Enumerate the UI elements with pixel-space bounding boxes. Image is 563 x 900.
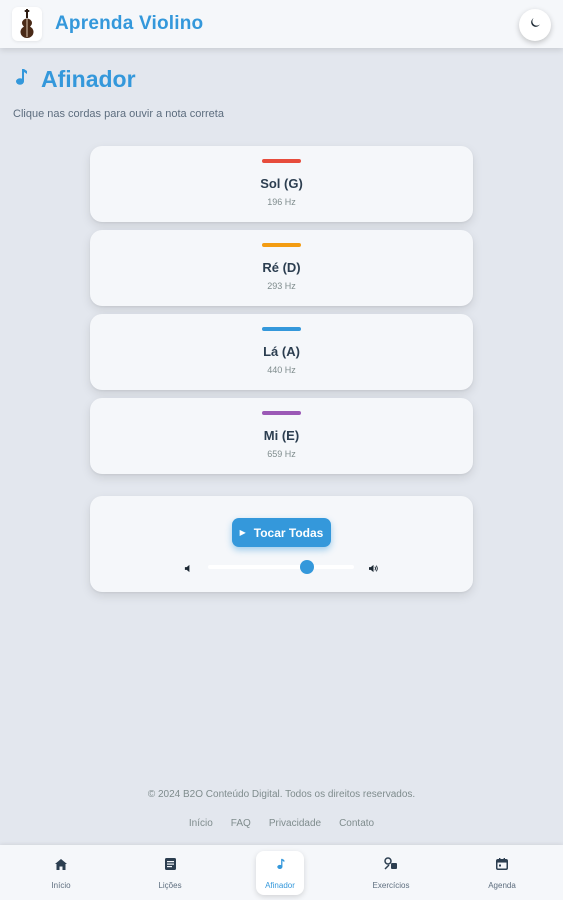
page-title: Afinador xyxy=(41,66,136,92)
nav-label: Início xyxy=(51,880,71,890)
nav-label: Lições xyxy=(158,880,182,890)
nav-item-agenda[interactable]: Agenda xyxy=(467,851,537,895)
play-all-label: Tocar Todas xyxy=(253,525,324,540)
exercises-icon xyxy=(384,856,398,875)
violin-icon[interactable] xyxy=(12,7,42,41)
footer-link-faq[interactable]: FAQ xyxy=(231,818,251,829)
play-icon: ▶ xyxy=(239,528,246,537)
play-controls-panel: ▶ Tocar Todas xyxy=(90,496,473,592)
string-card-e[interactable]: Mi (E) 659 Hz xyxy=(90,398,473,474)
footer-link-inicio[interactable]: Início xyxy=(189,818,213,829)
string-name: Ré (D) xyxy=(262,260,301,275)
nav-label: Afinador xyxy=(265,880,295,890)
nav-label: Exercícios xyxy=(372,880,410,890)
moon-icon xyxy=(529,16,542,34)
footer-link-privacidade[interactable]: Privacidade xyxy=(269,818,321,829)
nav-item-inicio[interactable]: Início xyxy=(26,851,96,895)
nav-item-exercicios[interactable]: Exercícios xyxy=(356,851,426,895)
home-icon xyxy=(55,857,67,875)
volume-high-icon xyxy=(368,560,379,578)
volume-low-icon xyxy=(184,560,193,578)
bottom-nav: Início Lições Afinador Exercícios Agenda xyxy=(0,845,563,900)
page-heading: Afinador xyxy=(14,66,136,93)
play-all-button[interactable]: ▶ Tocar Todas xyxy=(232,518,331,547)
app-header: Aprenda Violino xyxy=(0,0,563,48)
string-name: Mi (E) xyxy=(263,428,300,443)
calendar-icon xyxy=(496,857,508,875)
volume-slider[interactable] xyxy=(208,560,354,574)
theme-toggle-button[interactable] xyxy=(519,9,551,41)
app-title[interactable]: Aprenda Violino xyxy=(55,13,203,35)
music-note-icon xyxy=(14,68,28,91)
nav-item-afinador[interactable]: Afinador xyxy=(256,851,304,895)
footer-link-contato[interactable]: Contato xyxy=(339,818,374,829)
string-frequency: 293 Hz xyxy=(267,281,296,291)
music-note-icon xyxy=(276,857,285,875)
string-card-d[interactable]: Ré (D) 293 Hz xyxy=(90,230,473,306)
string-color-bar xyxy=(262,411,301,415)
copyright-text: © 2024 B2O Conteúdo Digital. Todos os di… xyxy=(147,789,416,800)
page-subtitle: Clique nas cordas para ouvir a nota corr… xyxy=(13,108,224,120)
string-name: Lá (A) xyxy=(263,344,300,359)
nav-item-licoes[interactable]: Lições xyxy=(135,851,205,895)
string-name: Sol (G) xyxy=(260,176,303,191)
string-color-bar xyxy=(262,243,301,247)
string-color-bar xyxy=(262,159,301,163)
lessons-icon xyxy=(164,857,176,875)
volume-slider-thumb[interactable] xyxy=(300,560,315,574)
string-color-bar xyxy=(262,327,301,331)
string-card-a[interactable]: Lá (A) 440 Hz xyxy=(90,314,473,390)
string-frequency: 440 Hz xyxy=(267,365,296,375)
footer-links: Início FAQ Privacidade Contato xyxy=(0,818,563,829)
nav-label: Agenda xyxy=(488,880,516,890)
string-card-g[interactable]: Sol (G) 196 Hz xyxy=(90,146,473,222)
string-frequency: 659 Hz xyxy=(267,449,296,459)
string-frequency: 196 Hz xyxy=(267,197,296,207)
